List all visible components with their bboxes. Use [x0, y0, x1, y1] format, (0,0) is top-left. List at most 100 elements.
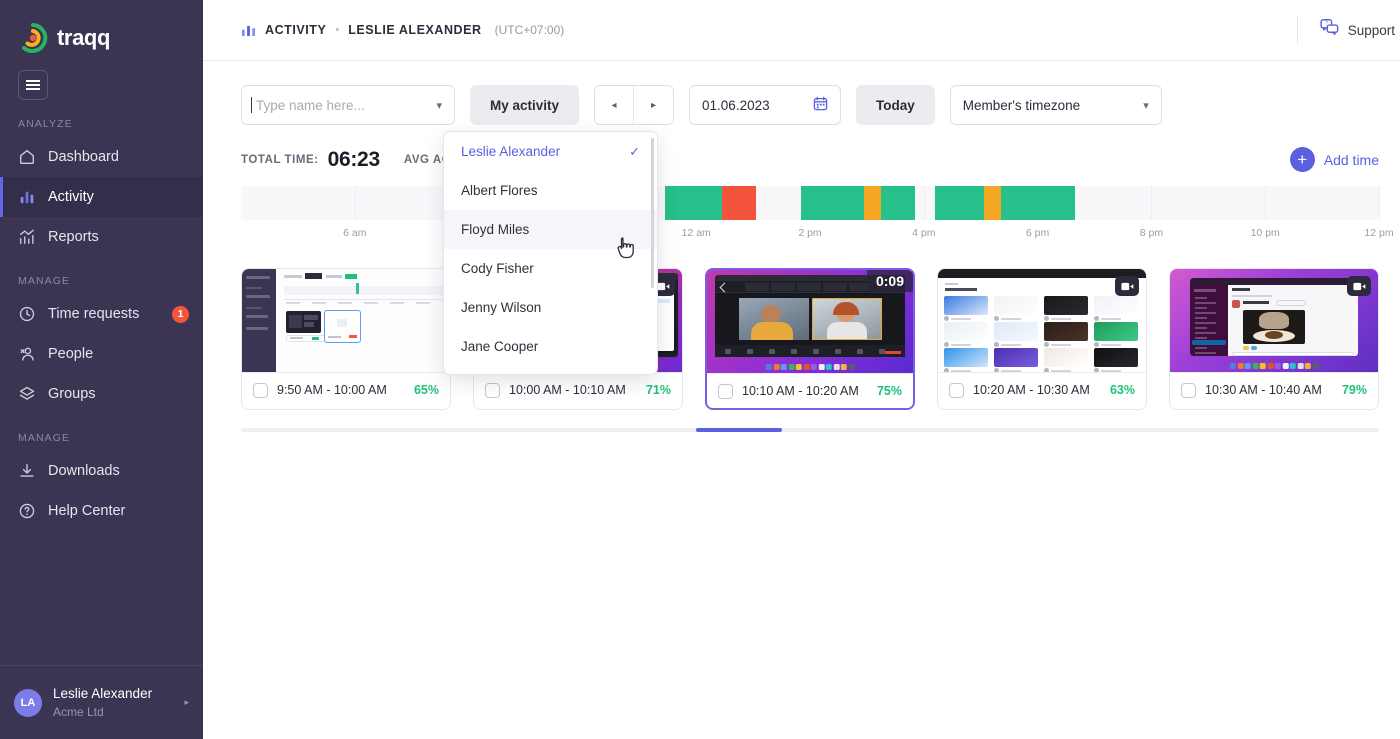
sidebar-collapse-button[interactable] — [18, 70, 48, 100]
axis-tick-label: 6 pm — [1025, 227, 1050, 239]
my-activity-button[interactable]: My activity — [470, 85, 580, 125]
card-time-range: 10:30 AM - 10:40 AM — [1205, 383, 1322, 397]
chevron-down-icon: ▾ — [1143, 99, 1149, 112]
dropdown-item[interactable]: Jane Cooper — [444, 327, 657, 366]
sidebar-user-profile[interactable]: LA Leslie Alexander Acme Ltd ▸ — [0, 665, 203, 739]
sidebar-item-people[interactable]: People — [0, 334, 203, 374]
sidebar-section-label: ANALYZE — [18, 118, 73, 130]
screenshot-cards: 9:50 AM - 10:00 AM 65% 10:00 AM - 10:10 … — [203, 246, 1400, 410]
card-checkbox[interactable] — [485, 382, 500, 398]
support-button[interactable]: ? Support — [1320, 18, 1395, 42]
timeline-segment-idle[interactable] — [864, 186, 882, 220]
card-checkbox[interactable] — [253, 382, 268, 398]
add-time-label: Add time — [1323, 151, 1379, 168]
video-camera-icon[interactable] — [1115, 276, 1139, 296]
people-icon — [18, 345, 36, 363]
breadcrumb-section[interactable]: ACTIVITY — [265, 23, 326, 37]
brand[interactable]: traqq — [0, 0, 203, 60]
mouse-cursor-icon — [616, 237, 636, 261]
hamburger-icon — [26, 81, 40, 89]
screenshot-card[interactable]: 9:50 AM - 10:00 AM 65% — [241, 268, 451, 410]
timeline-section: 6 am8 am10 am12 am2 pm4 pm6 pm8 pm10 pm1… — [203, 172, 1400, 246]
card-footer: 10:10 AM - 10:20 AM 75% — [707, 373, 913, 408]
video-camera-icon[interactable] — [1347, 276, 1371, 296]
sidebar-item-label: Dashboard — [48, 149, 119, 165]
clock-icon — [18, 305, 36, 323]
topbar-right: ? Support — [1296, 16, 1395, 44]
sidebar-item-label: Reports — [48, 229, 99, 245]
screenshot-thumbnail[interactable] — [1170, 269, 1378, 372]
home-icon — [18, 148, 36, 166]
screenshot-card[interactable]: 0:09 10:10 AM - 10:20 AM 75% — [705, 268, 915, 410]
timeline-gridline — [354, 186, 356, 220]
brand-name: traqq — [57, 25, 111, 50]
timeline-segment-active[interactable] — [935, 186, 984, 220]
status-badge: 1 — [172, 305, 189, 323]
next-day-button[interactable]: ▸ — [634, 86, 674, 124]
sidebar-section-label: MANAGE — [18, 432, 71, 444]
screenshot-card[interactable]: 10:30 AM - 10:40 AM 79% — [1169, 268, 1379, 410]
axis-tick-label: 2 pm — [798, 227, 822, 239]
today-button[interactable]: Today — [856, 85, 935, 125]
total-time-label: TOTAL TIME: — [241, 153, 319, 166]
dropdown-scrollbar[interactable] — [651, 138, 654, 288]
download-icon — [18, 462, 36, 480]
timeline-segment-active[interactable] — [801, 186, 865, 220]
support-label: Support — [1347, 22, 1395, 38]
screenshot-thumbnail[interactable] — [938, 269, 1146, 372]
plus-circle-icon: + — [1289, 147, 1315, 172]
screenshot-card[interactable]: 10:20 AM - 10:30 AM 63% — [937, 268, 1147, 410]
sidebar-item-groups[interactable]: Groups — [0, 374, 203, 414]
card-checkbox[interactable] — [949, 382, 964, 398]
stats-row: TOTAL TIME: 06:23 AVG ACTIVITY: 68% + Ad… — [203, 125, 1400, 172]
card-activity-percent: 65% — [413, 383, 439, 397]
timeline-segment-active[interactable] — [664, 186, 722, 220]
name-input-placeholder[interactable]: Type name here... — [251, 96, 365, 113]
dropdown-item[interactable]: Jenny Wilson — [444, 288, 657, 327]
dropdown-item-label: Leslie Alexander — [461, 144, 561, 159]
text-caret — [251, 96, 252, 113]
timeline-gridline — [1265, 186, 1267, 220]
screenshot-thumbnail[interactable]: 0:09 — [707, 270, 913, 373]
breadcrumb-person: LESLIE ALEXANDER — [348, 23, 482, 37]
screenshot-thumbnail[interactable] — [242, 269, 450, 372]
timeline-segment-idle[interactable] — [983, 186, 1001, 220]
dropdown-item[interactable]: Leslie Alexander ✓ — [444, 132, 657, 171]
sidebar-item-activity[interactable]: Activity — [0, 177, 203, 217]
sidebar-item-reports[interactable]: Reports — [0, 217, 203, 257]
timeline-gridline — [1151, 186, 1153, 220]
sidebar-item-help-center[interactable]: Help Center — [0, 491, 203, 531]
breadcrumb-separator: • — [335, 24, 340, 36]
axis-tick-label: 12 am — [681, 227, 711, 239]
card-checkbox[interactable] — [718, 383, 733, 399]
name-select[interactable]: Type name here... ▾ — [241, 85, 455, 125]
dropdown-item-label: Floyd Miles — [461, 222, 530, 237]
sidebar-item-dashboard[interactable]: Dashboard — [0, 137, 203, 177]
name-select-dropdown[interactable]: Leslie Alexander ✓ Albert Flores Floyd Mile… — [443, 131, 658, 375]
dropdown-item[interactable]: Albert Flores — [444, 171, 657, 210]
sidebar-item-label: Activity — [48, 189, 94, 205]
traqq-logo-icon — [18, 23, 48, 53]
calendar-icon[interactable] — [813, 96, 828, 114]
avatar: LA — [14, 688, 42, 717]
timeline-segment-active[interactable] — [881, 186, 916, 220]
timezone-select[interactable]: Member's timezone ▾ — [949, 85, 1162, 125]
card-time-range: 10:00 AM - 10:10 AM — [509, 383, 626, 397]
card-activity-percent: 79% — [1341, 383, 1367, 397]
sidebar-item-downloads[interactable]: Downloads — [0, 451, 203, 491]
cards-scrollbar-thumb[interactable] — [696, 428, 782, 432]
topbar: ACTIVITY • LESLIE ALEXANDER (UTC+07:00) … — [203, 0, 1400, 61]
prev-day-button[interactable]: ◂ — [595, 86, 635, 124]
timeline-segment-active[interactable] — [1000, 186, 1075, 220]
timeline-segment-overtime[interactable] — [721, 186, 756, 220]
add-time-button[interactable]: + Add time — [1289, 147, 1379, 172]
recording-timer-badge: 0:09 — [866, 270, 913, 292]
question-circle-icon — [18, 502, 36, 520]
sidebar-nav: ANALYZE Dashboard Activity Reports MANAGE Tim… — [0, 100, 203, 531]
sidebar-item-time-requests[interactable]: Time requests 1 — [0, 294, 203, 334]
card-checkbox[interactable] — [1181, 382, 1196, 398]
svg-text:?: ? — [1325, 21, 1328, 27]
cards-scrollbar-track[interactable] — [241, 428, 1379, 432]
activity-timeline[interactable] — [241, 186, 1380, 220]
date-picker[interactable]: 01.06.2023 — [689, 85, 842, 125]
